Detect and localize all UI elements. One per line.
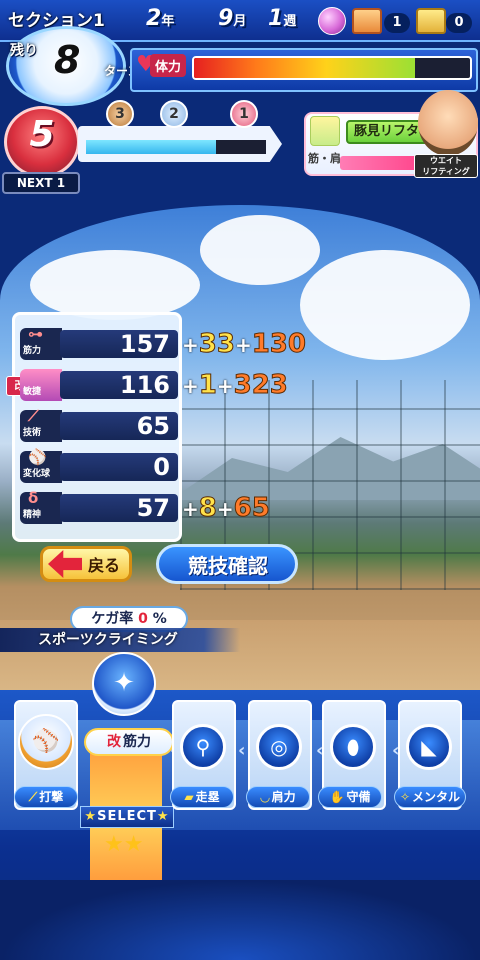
trainer-role-line1: ウエイト	[430, 156, 462, 165]
red-chest-count: 1	[384, 13, 410, 33]
date-month: 9月	[218, 6, 246, 31]
category-label: 打撃	[39, 790, 64, 804]
rank-progress-bar	[86, 140, 266, 154]
bottom-decoration	[0, 880, 480, 960]
next-rank-label: NEXT 1	[2, 172, 80, 194]
remaining-label: 残り	[10, 43, 38, 59]
sneaker-icon: ◣	[406, 724, 452, 770]
stat-name: 敏捷	[23, 387, 42, 397]
rank-value: 5	[29, 114, 55, 155]
stat-name: 変化球	[23, 469, 51, 479]
star-icon: ★★	[104, 832, 144, 857]
stat-bonus-2: 323	[233, 370, 288, 401]
category-label: 守備	[346, 790, 371, 804]
medal-3-icon: 3	[106, 100, 134, 128]
injury-value: 0	[138, 611, 148, 627]
category-batting[interactable]: ⟋ 打撃	[14, 786, 78, 808]
gold-chest-icon[interactable]	[416, 8, 446, 34]
week-value: 1	[268, 6, 284, 31]
baseball-icon: 変化球	[20, 451, 62, 483]
stat-row-technique: 技術 65	[20, 410, 320, 442]
date-week: 1週	[268, 6, 296, 31]
select-banner: ★SELECT★	[80, 806, 174, 828]
goggles-icon: ◎	[256, 724, 302, 770]
stat-value: 0	[60, 453, 178, 481]
category-defense[interactable]: ✋ 守備	[318, 786, 382, 808]
pink-orb-icon[interactable]	[318, 7, 346, 35]
stat-bonus-1: 1	[198, 370, 217, 401]
category-running[interactable]: ▰ 走塁	[170, 786, 234, 808]
training-name: スポーツクライミング	[0, 628, 240, 652]
year-unit: 年	[161, 14, 175, 29]
selected-chip-label: 筋力	[123, 734, 151, 750]
injury-unit: %	[152, 611, 167, 627]
stat-bonus: +33+130	[182, 329, 307, 360]
gold-chest-count: 0	[446, 13, 472, 33]
trainer-role-line2: リフティング	[422, 167, 470, 176]
selected-training-chip[interactable]: 改筋力	[84, 728, 174, 756]
back-button-label: 戻る	[88, 556, 121, 575]
stat-name: 精神	[23, 510, 42, 520]
climbing-wall-icon: ✦	[92, 652, 156, 716]
rank-progress-fill	[86, 140, 216, 154]
year-value: 2	[146, 6, 162, 31]
stat-row-breaking-ball: 変化球 0	[20, 451, 320, 483]
red-chest-icon[interactable]	[352, 8, 382, 34]
turns-left-value: 8	[54, 38, 81, 82]
trainer-avatar	[418, 90, 478, 156]
category-arm[interactable]: ◡ 肩力	[246, 786, 310, 808]
spirit-icon: 精神	[20, 492, 62, 524]
trainer-bonus-icon	[310, 116, 340, 146]
chevron-left-icon: ‹	[238, 740, 246, 761]
stat-bonus-2: 130	[251, 329, 306, 360]
selected-chip-tag: 改	[107, 734, 121, 750]
stat-row-spirit: 精神 57 +8+65	[20, 492, 320, 524]
medal-1-icon: 1	[230, 100, 258, 128]
bat-icon: 技術	[20, 410, 62, 442]
football-icon: ⬮	[330, 724, 376, 770]
stat-row-strength: 筋力 157 +33+130	[20, 328, 320, 360]
stat-bonus-1: 33	[198, 329, 235, 360]
stat-value: 157	[60, 330, 178, 358]
stat-value: 57	[60, 494, 178, 522]
bicycle-icon: ⚲	[180, 724, 226, 770]
stat-bonus: +1+323	[182, 370, 288, 401]
stat-value: 116	[60, 371, 178, 399]
trainer-tag: 筋・肩	[308, 152, 341, 165]
medal-2-icon: 2	[160, 100, 188, 128]
bat-icon: ⚾	[18, 714, 74, 770]
injury-label: ケガ率	[91, 611, 134, 627]
month-value: 9	[218, 6, 234, 31]
dumbbell-icon: 筋力	[20, 328, 62, 360]
cloud-shape	[300, 250, 470, 360]
category-mental[interactable]: ✧ メンタル	[394, 786, 466, 808]
select-label: SELECT	[97, 809, 157, 824]
category-label: 走塁	[195, 790, 220, 804]
cloud-shape	[30, 250, 200, 320]
stat-value: 65	[60, 412, 178, 440]
stat-row-agility: 敏捷 116 +1+323	[20, 369, 320, 401]
month-unit: 月	[233, 14, 247, 29]
stat-bonus: +8+65	[182, 493, 270, 524]
stat-name: 筋力	[23, 346, 42, 356]
week-unit: 週	[283, 14, 297, 29]
category-label: 肩力	[271, 790, 296, 804]
stat-bonus-1: 8	[198, 493, 217, 524]
cloud-shape	[200, 215, 320, 285]
stat-bonus-2: 65	[233, 493, 270, 524]
competition-confirm-label: 競技確認	[188, 554, 268, 578]
category-label: メンタル	[412, 790, 461, 804]
stat-name: 技術	[23, 428, 42, 438]
stamina-label: 体力	[150, 54, 187, 77]
shoe-icon: 敏捷	[20, 369, 62, 401]
stamina-bar	[192, 56, 472, 80]
date-year: 2年	[146, 6, 174, 31]
trainer-role: ウエイト リフティング	[414, 154, 478, 178]
stamina-fill	[194, 58, 415, 78]
